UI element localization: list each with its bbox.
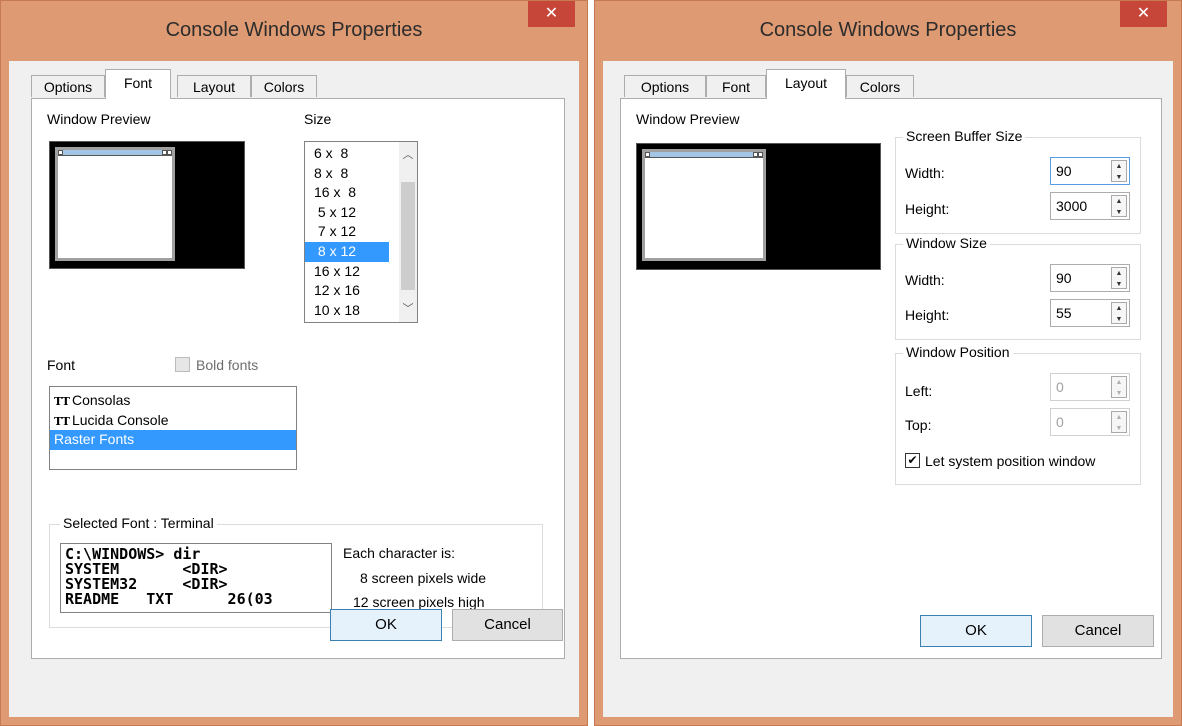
tab-options[interactable]: Options [31, 75, 105, 97]
font-label: Font [47, 357, 76, 373]
size-label: Size [304, 111, 332, 127]
position-left-label: Left: [905, 383, 933, 399]
spin-down-icon[interactable]: ▼ [1112, 314, 1126, 325]
font-properties-dialog: Console Windows Properties ✕ Options Fon… [0, 0, 588, 726]
scrollbar-thumb[interactable] [401, 182, 415, 290]
bold-fonts-label: Bold fonts [196, 357, 259, 373]
font-option[interactable]: TT Consolas [50, 391, 296, 411]
spin-down-icon[interactable]: ▼ [1112, 172, 1126, 183]
checkmark-icon: ✔ [907, 453, 918, 467]
window-preview-label: Window Preview [47, 111, 151, 127]
ok-button[interactable]: OK [330, 609, 442, 641]
cancel-button[interactable]: Cancel [452, 609, 563, 641]
close-button[interactable]: ✕ [528, 1, 575, 27]
buffer-height-label: Height: [905, 201, 950, 217]
ok-button[interactable]: OK [920, 615, 1032, 647]
dialog-title: Console Windows Properties [759, 19, 1017, 41]
close-button[interactable]: ✕ [1120, 1, 1167, 27]
position-top-value: 0 [1056, 414, 1064, 430]
window-preview [636, 143, 881, 270]
font-option[interactable]: TT Lucida Console [50, 411, 296, 431]
chevron-down-icon[interactable]: ﹀ [399, 300, 417, 316]
font-listbox[interactable]: TT Consolas TT Lucida Console Raster Fonts [49, 386, 297, 470]
position-left-value: 0 [1056, 379, 1064, 395]
tab-colors[interactable]: Colors [251, 75, 317, 97]
selected-font-title: Selected Font : Terminal [60, 515, 217, 531]
close-icon: ✕ [1136, 5, 1151, 22]
window-preview [49, 141, 245, 269]
size-scrollbar[interactable]: ︿ ﹀ [399, 142, 417, 322]
tab-colors[interactable]: Colors [846, 75, 914, 97]
font-option-selected[interactable]: Raster Fonts [50, 430, 296, 450]
position-top-spinner[interactable]: 0 ▲ ▼ [1050, 408, 1130, 436]
window-width-spinner[interactable]: 90 ▲ ▼ [1050, 264, 1130, 292]
window-preview-label: Window Preview [636, 111, 740, 127]
chevron-up-icon[interactable]: ︿ [399, 146, 417, 162]
bold-fonts-checkbox[interactable] [175, 357, 190, 372]
window-width-label: Width: [905, 272, 945, 288]
size-listbox[interactable]: 6 x 8 8 x 8 16 x 8 5 x 12 7 x 12 8 x 12 … [304, 141, 418, 323]
char-width: 8 screen pixels wide [360, 570, 487, 586]
tab-font[interactable]: Font [105, 69, 171, 99]
char-height: 12 screen pixels high [353, 594, 485, 610]
spin-up-icon[interactable]: ▲ [1112, 268, 1126, 279]
window-width-value: 90 [1056, 270, 1072, 286]
window-height-value: 55 [1056, 305, 1072, 321]
window-height-label: Height: [905, 307, 950, 323]
title-bar[interactable]: Console Windows Properties ✕ [1, 1, 587, 61]
let-system-position-label: Let system position window [925, 453, 1096, 469]
dialog-title: Console Windows Properties [165, 19, 423, 41]
spin-up-icon[interactable]: ▲ [1112, 303, 1126, 314]
window-height-spinner[interactable]: 55 ▲ ▼ [1050, 299, 1130, 327]
spin-down-icon[interactable]: ▼ [1112, 279, 1126, 290]
buffer-width-spinner[interactable]: 90 ▲ ▼ [1050, 157, 1130, 185]
tab-options[interactable]: Options [624, 75, 706, 97]
preview-window [642, 149, 766, 261]
preview-window [55, 147, 175, 261]
spin-down-icon[interactable]: ▼ [1112, 388, 1126, 399]
let-system-position-checkbox[interactable]: ✔ [905, 453, 920, 468]
font-sample: C:\WINDOWS> dir SYSTEM <DIR> SYSTEM32 <D… [60, 543, 332, 613]
buffer-width-value: 90 [1056, 163, 1072, 179]
size-option-selected[interactable]: 8 x 12 [305, 241, 389, 262]
layout-properties-dialog: Console Windows Properties ✕ Options Fon… [594, 0, 1182, 726]
spin-down-icon[interactable]: ▼ [1112, 423, 1126, 434]
font-tab-panel: Window Preview Size 6 x 8 8 x 8 16 x 8 5… [31, 98, 565, 659]
screen-buffer-group: Screen Buffer Size Width: 90 ▲ ▼ Height: … [895, 128, 1141, 234]
window-size-title: Window Size [903, 235, 990, 251]
window-position-group: Window Position Left: 0 ▲ ▼ Top: 0 ▲ ▼ ✔ L… [895, 344, 1141, 485]
tab-font[interactable]: Font [706, 75, 766, 97]
screen-buffer-title: Screen Buffer Size [903, 128, 1026, 144]
spin-up-icon[interactable]: ▲ [1112, 412, 1126, 423]
tab-layout[interactable]: Layout [177, 75, 251, 97]
buffer-height-spinner[interactable]: 3000 ▲ ▼ [1050, 192, 1130, 220]
spin-up-icon[interactable]: ▲ [1112, 377, 1126, 388]
position-left-spinner[interactable]: 0 ▲ ▼ [1050, 373, 1130, 401]
close-icon: ✕ [544, 5, 559, 22]
buffer-height-value: 3000 [1056, 198, 1088, 214]
truetype-icon: TT [54, 395, 70, 408]
char-info-title: Each character is: [343, 545, 456, 561]
window-size-group: Window Size Width: 90 ▲ ▼ Height: 55 ▲ ▼ [895, 235, 1141, 340]
spin-up-icon[interactable]: ▲ [1112, 161, 1126, 172]
truetype-icon: TT [54, 414, 70, 428]
dialog-client: Options Font Layout Colors Window Previe… [9, 61, 579, 717]
tab-layout[interactable]: Layout [766, 69, 846, 99]
dialog-client: Options Font Layout Colors Window Previe… [603, 61, 1173, 717]
cancel-button[interactable]: Cancel [1042, 615, 1154, 647]
spin-down-icon[interactable]: ▼ [1112, 207, 1126, 218]
buffer-width-label: Width: [905, 165, 945, 181]
layout-tab-panel: Window Preview Screen Buffer Size Width:… [620, 98, 1162, 659]
title-bar[interactable]: Console Windows Properties ✕ [595, 1, 1181, 61]
position-top-label: Top: [905, 417, 932, 433]
spin-up-icon[interactable]: ▲ [1112, 196, 1126, 207]
window-position-title: Window Position [903, 344, 1013, 360]
